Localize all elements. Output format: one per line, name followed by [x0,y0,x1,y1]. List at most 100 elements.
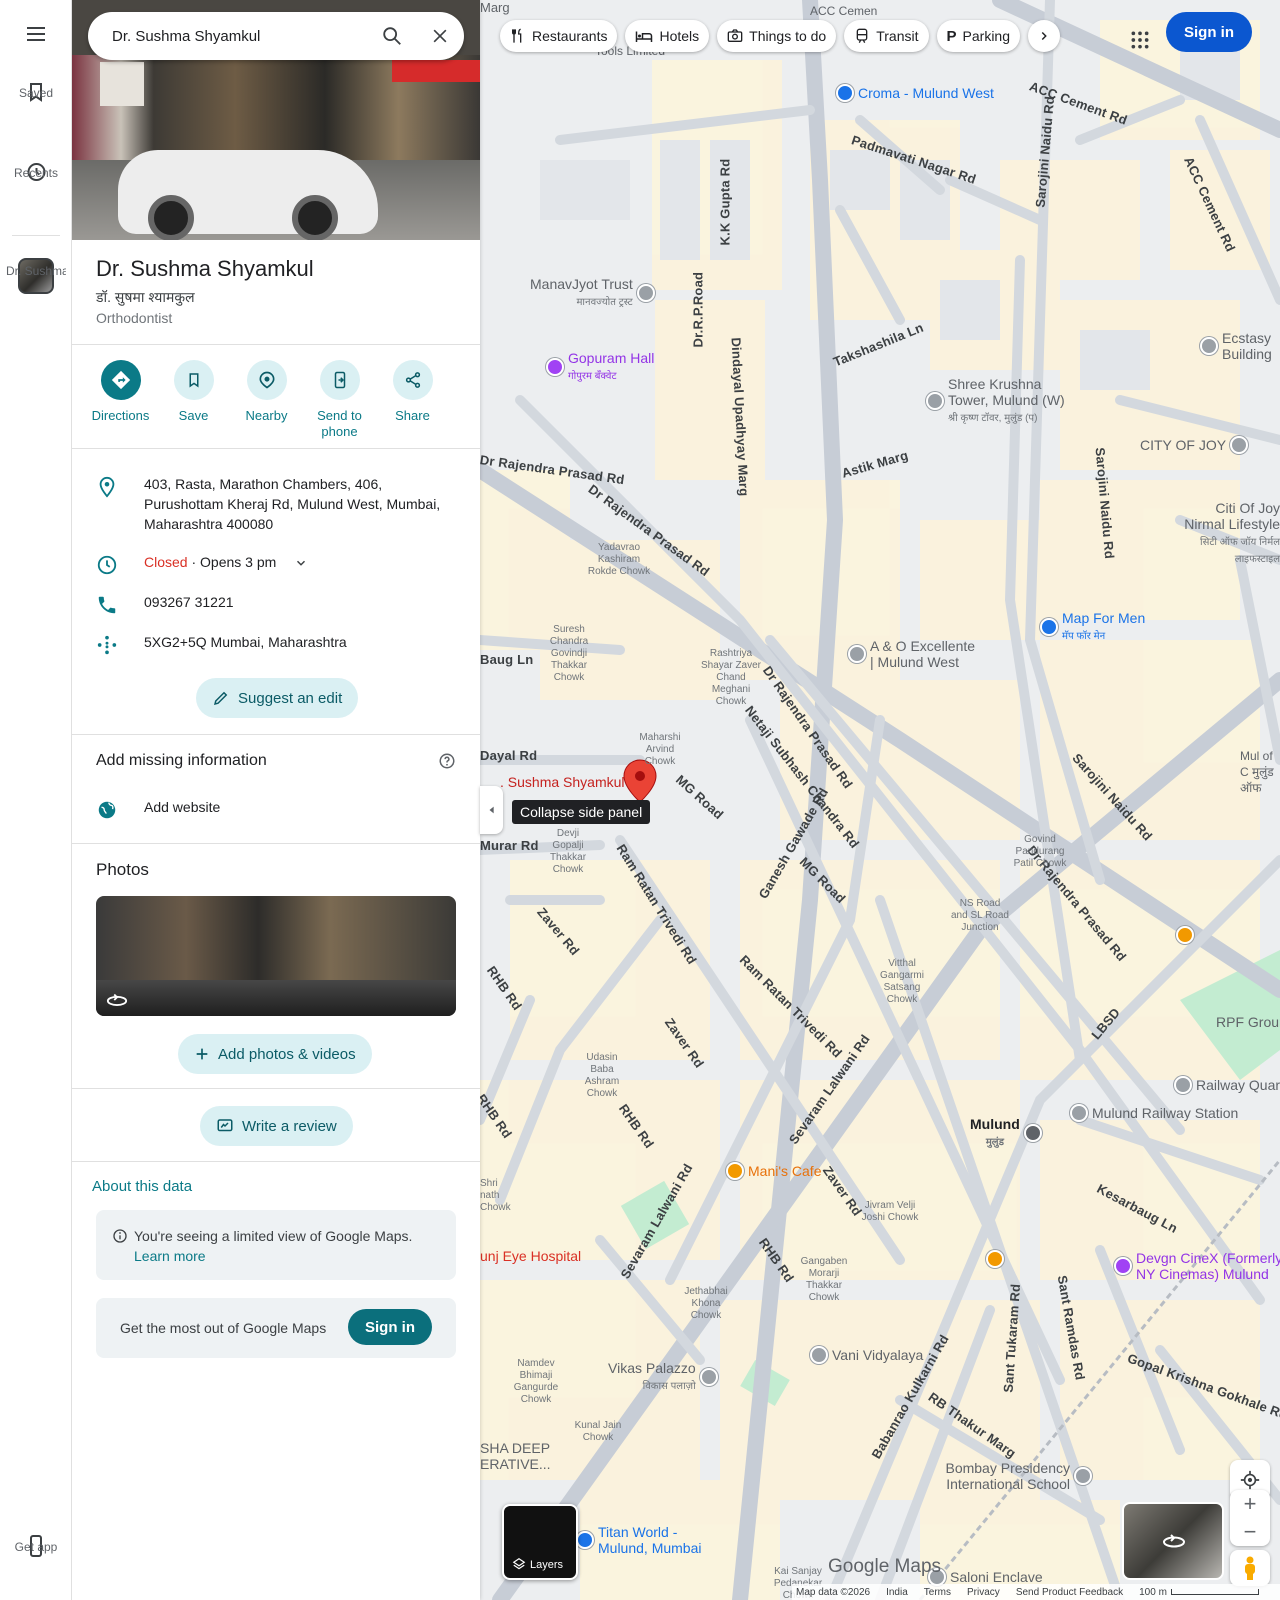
send-to-phone-label: Send to phone [317,408,362,439]
side-panel: Dr. Sushma Shyamkul Dr. Sushma Shyamkul … [72,0,480,1600]
recent-place-button[interactable]: Dr. Sushma... [0,258,72,294]
category-chips: Restaurants Hotels Things to do Transit … [500,20,1060,52]
restaurant-icon[interactable] [986,1250,1004,1268]
train-icon [1023,1123,1042,1142]
search-icon [383,27,401,45]
poi-gopuram-hall[interactable]: Gopuram Hall गोपुरम बँक्वेट [546,350,654,383]
save-button[interactable]: Save [157,360,230,440]
scale-label: 100 m [1139,1586,1167,1598]
place-category[interactable]: Orthodontist [96,310,172,326]
poi-sha-deep[interactable]: SHA DEEP ERATIVE... [480,1440,551,1472]
poi-manis-cafe[interactable]: Mani's Cafe [726,1162,821,1180]
poi-vikas-palazzo[interactable]: Vikas Palazzo विकास पलाज़ो [608,1360,718,1393]
poi-label: Map For Men मॅप फॉर मेन [1062,610,1145,643]
layers-button[interactable]: Layers [502,1504,578,1580]
poi-name: Vikas Palazzo [608,1360,696,1376]
poi-vani-vidyalaya[interactable]: Vani Vidyalaya [810,1346,923,1364]
add-photos-button[interactable]: Add photos & videos [178,1034,372,1074]
chip-parking[interactable]: P Parking [936,20,1020,52]
hours-row[interactable]: Closed · Opens 3 pm [96,552,456,576]
poi-mulund-of-c[interactable]: Mul of C मुलुंड ऑफ [1240,748,1280,796]
menu-button[interactable] [0,22,72,46]
chevron-down-icon[interactable] [294,556,308,570]
photo-thumbnail[interactable] [96,896,456,1016]
bookmark-icon [189,373,198,388]
street-view-thumbnail[interactable] [1122,1502,1224,1580]
get-app-button[interactable]: Get app [0,1534,72,1558]
feedback-link[interactable]: Send Product Feedback [1016,1587,1123,1598]
poi-bombay-presidency[interactable]: Bombay Presidency International School [940,1460,1092,1492]
road-label: Dayal Rd [480,748,538,763]
poi-manavjyot[interactable]: ManavJyot Trust मानवज्योत ट्रस्ट [530,276,655,309]
privacy-link[interactable]: Privacy [967,1587,1000,1598]
panel-sign-in-button[interactable]: Sign in [348,1309,432,1345]
search-box[interactable]: Dr. Sushma Shyamkul [88,12,464,60]
chip-hotels[interactable]: Hotels [625,20,710,52]
chip-restaurants[interactable]: Restaurants [500,20,618,52]
poi-a-o-excellente[interactable]: A & O Excellente | Mulund West [848,638,980,670]
poi-native: गोपुरम बँक्वेट [568,371,617,382]
chip-things-to-do[interactable]: Things to do [717,20,837,52]
poi-label: Bombay Presidency International School [945,1460,1070,1492]
chowk-label: Govind Pandurang Patil Chowk [1013,834,1067,869]
phone-number: 093267 31221 [144,594,234,610]
address-row[interactable]: 403, Rasta, Marathon Chambers, 406, Puru… [96,474,456,534]
search-button[interactable] [368,12,416,60]
poi-mulund[interactable]: Mulund मुलुंड [970,1116,1042,1149]
zoom-out-button[interactable]: − [1244,1519,1257,1545]
scale-bar[interactable]: 100 m [1139,1587,1259,1598]
apps-button[interactable] [1120,20,1160,60]
venue-icon [546,357,564,376]
chips-next-button[interactable] [1028,20,1060,52]
poi-croma[interactable]: Croma - Mulund West [836,84,994,102]
saved-button[interactable]: Saved [0,80,72,104]
search-input[interactable]: Dr. Sushma Shyamkul [112,28,368,45]
chip-transit[interactable]: Transit [844,20,929,52]
selected-place-label[interactable]: . Sushma Shyamkul [500,774,625,790]
about-this-data-link[interactable]: About this data [92,1178,192,1195]
plus-code-row[interactable]: 5XG2+5Q Mumbai, Maharashtra [96,632,456,656]
address-line: 403, Rasta, Marathon Chambers, 406, [144,476,383,492]
selected-place-marker[interactable] [622,760,658,804]
sign-in-button[interactable]: Sign in [1166,12,1252,52]
missing-info-heading: Add missing information [96,752,267,769]
region-link[interactable]: India [886,1587,908,1598]
learn-more-link[interactable]: Learn more [112,1246,440,1266]
poi-name: Citi Of Joy Nirmal Lifestyle [1184,500,1280,532]
restaurant-icon [1176,926,1194,944]
help-icon[interactable] [438,752,456,770]
share-button[interactable]: Share [376,360,449,440]
add-website-row[interactable]: Add website [96,797,456,821]
poi-titan-world[interactable]: Titan World - Mulund, Mumbai [576,1524,708,1556]
poi-ecstasy[interactable]: Ecstasy Building [1200,330,1280,362]
poi-map-for-men[interactable]: Map For Men मॅप फॉर मेन [1040,610,1145,643]
poi-eye-hospital[interactable]: unj Eye Hospital [480,1248,581,1264]
clear-search-button[interactable] [416,12,464,60]
poi-railway-quarters[interactable]: Railway Quarters [1174,1076,1280,1094]
phone-row[interactable]: 093267 31221 [96,592,456,616]
poi-city-of-joy[interactable]: CITY OF JOY [1140,436,1249,454]
get-most-text: Get the most out of Google Maps [120,1320,327,1336]
train-icon [856,28,868,43]
terms-link[interactable]: Terms [924,1587,951,1598]
poi-rpf-ground[interactable]: RPF Ground [1216,1014,1280,1030]
collapse-panel-button[interactable] [480,786,503,834]
suggest-edit-button[interactable]: Suggest an edit [196,678,359,718]
recents-button[interactable]: Recents [0,160,72,184]
chip-label: Things to do [749,28,827,44]
poi-citi-of-joy-nirmal[interactable]: Citi Of Joy Nirmal Lifestyle सिटी ऑफ जॉय … [1180,500,1280,566]
restaurant-icon[interactable] [1176,926,1194,944]
pegman-button[interactable] [1230,1550,1270,1586]
poi-shree-krushna[interactable]: Shree Krushna Tower, Mulund (W) श्री कृष्… [926,376,1068,425]
road-label: Baug Ln [480,652,534,667]
send-to-phone-button[interactable]: Send to phone [303,360,376,440]
directions-button[interactable]: Directions [84,360,157,440]
poi-devgn-cinex[interactable]: Devgn CineX (Formerly NY Cinemas) Mulund [1114,1250,1280,1282]
add-website-label: Add website [144,799,221,815]
poi-native: सिटी ऑफ जॉय निर्मल लाइफस्टाइल [1200,537,1280,565]
write-review-button[interactable]: Write a review [200,1106,353,1146]
nearby-button[interactable]: Nearby [230,360,303,440]
zoom-in-button[interactable]: + [1244,1491,1257,1517]
poi-mulund-station[interactable]: Mulund Railway Station [1070,1104,1238,1122]
poi-label: Vikas Palazzo विकास पलाज़ो [608,1360,696,1393]
